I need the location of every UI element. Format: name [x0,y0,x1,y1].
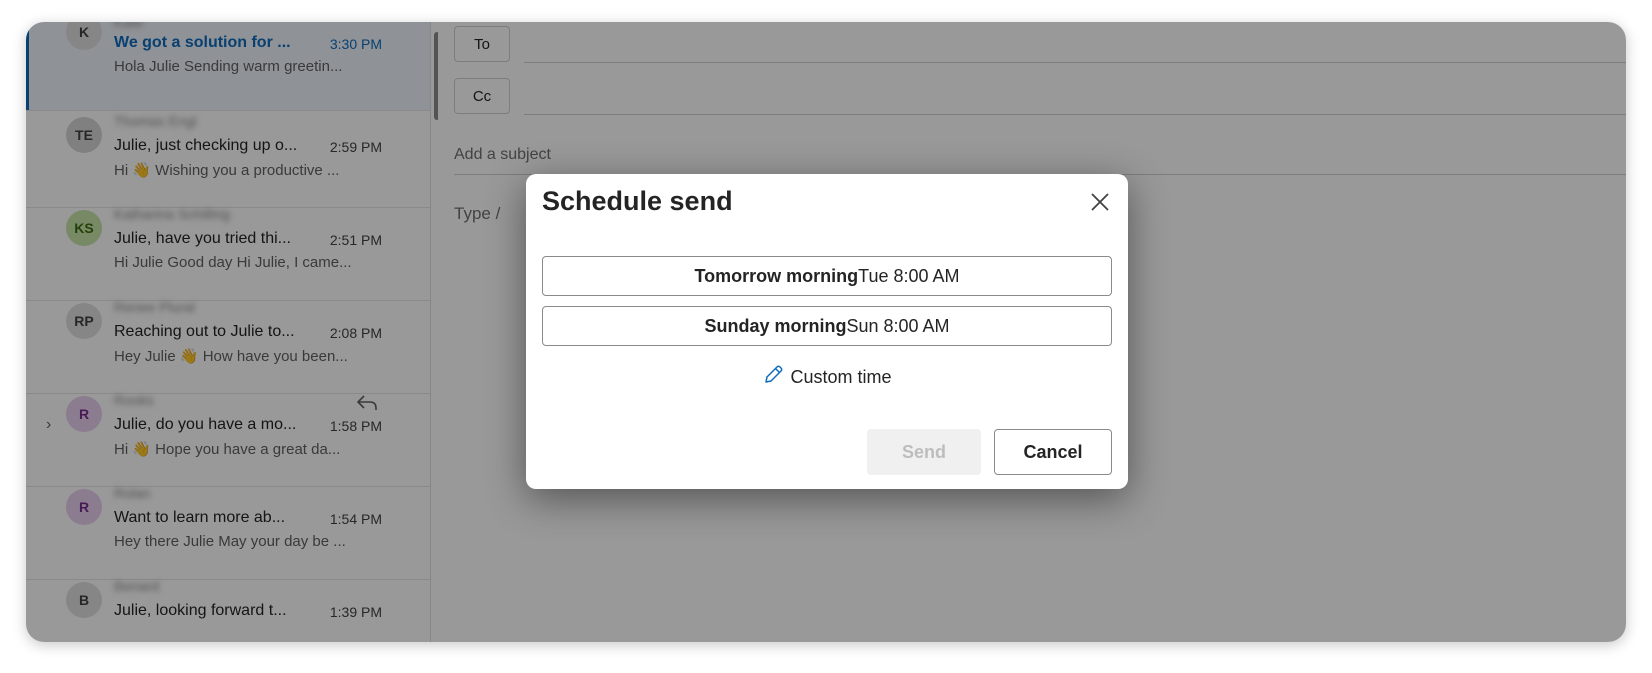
send-button[interactable]: Send [867,429,981,475]
close-icon[interactable] [1086,188,1114,216]
option-label: Sunday morning [704,316,847,336]
option-detail: Sun 8:00 AM [846,316,950,336]
option-detail: Tue 8:00 AM [858,266,960,286]
sunday-morning-option[interactable]: Sunday morningSun 8:00 AM [542,306,1112,346]
custom-time-button[interactable]: Custom time [526,364,1128,388]
option-label: Tomorrow morning [694,266,859,286]
custom-time-label: Custom time [790,367,892,387]
schedule-send-dialog: Schedule send Tomorrow morningTue 8:00 A… [526,174,1128,489]
outlook-window: K Kate We got a solution for ... 3:30 PM… [26,22,1626,642]
pencil-icon [765,365,783,383]
dialog-title: Schedule send [542,186,733,216]
cancel-button[interactable]: Cancel [994,429,1112,475]
tomorrow-morning-option[interactable]: Tomorrow morningTue 8:00 AM [542,256,1112,296]
